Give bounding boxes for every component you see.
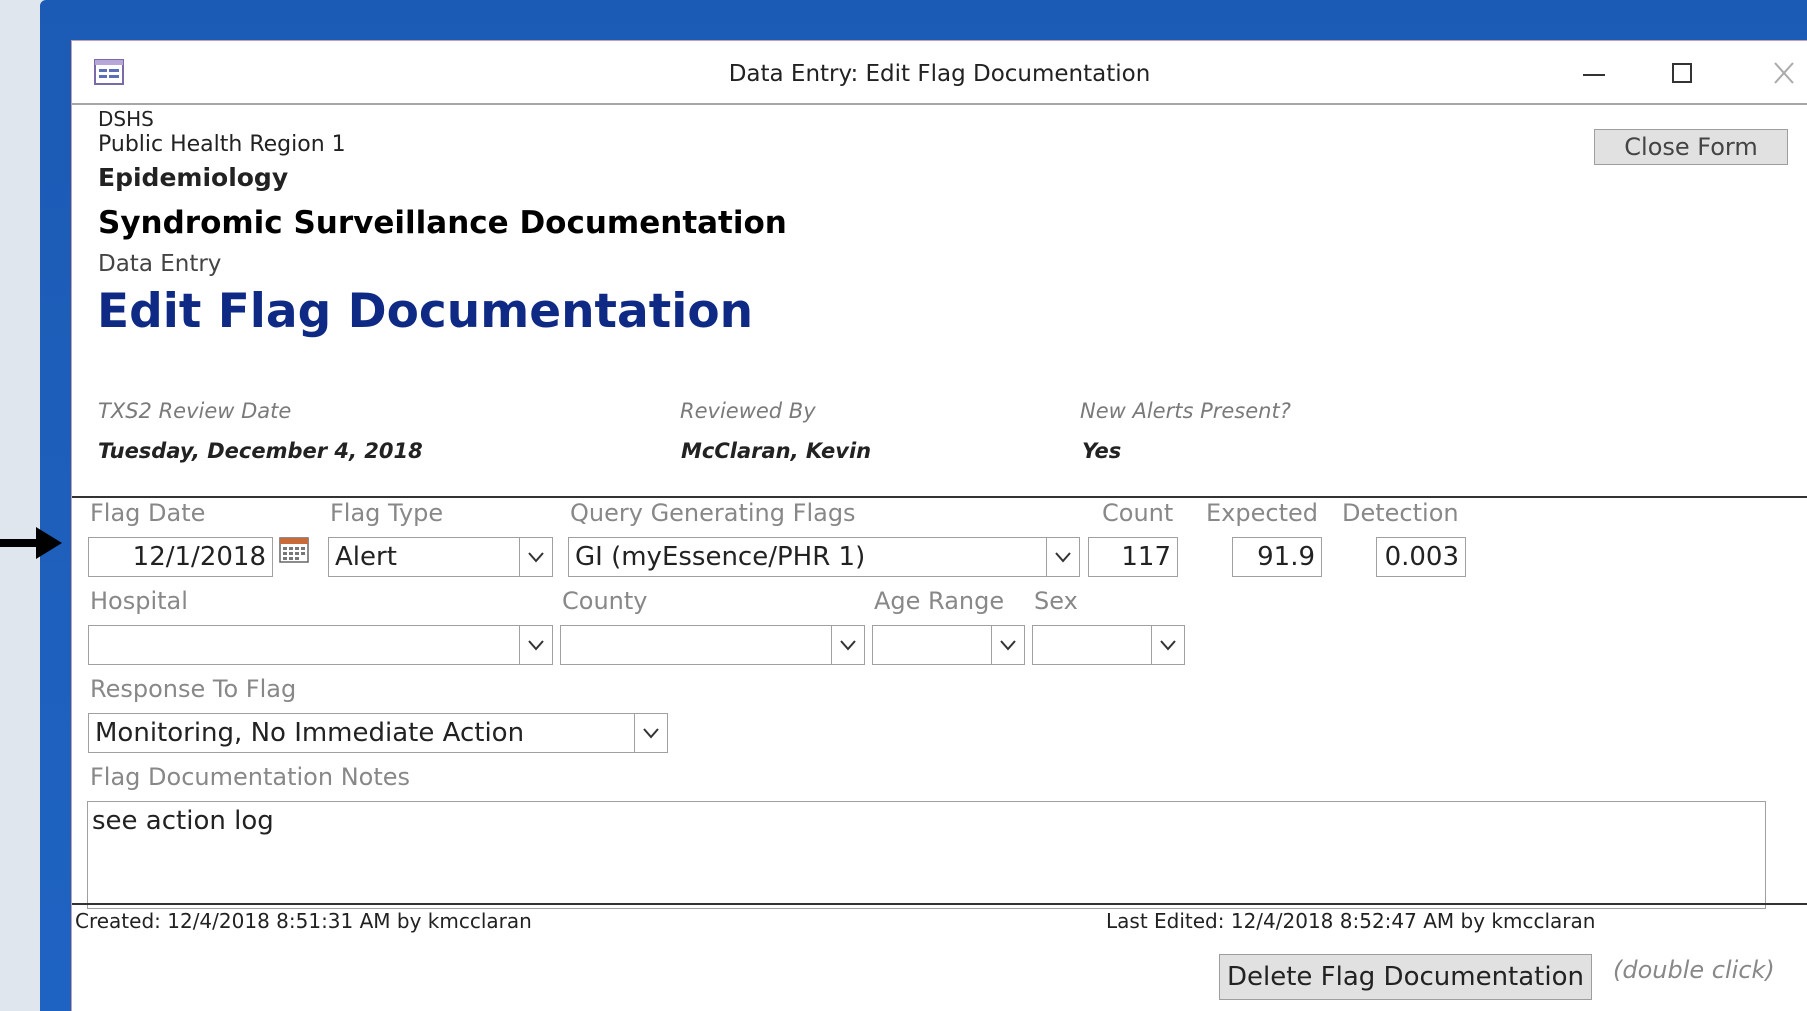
chevron-down-icon bbox=[1055, 552, 1071, 563]
hospital-label: Hospital bbox=[90, 587, 188, 615]
response-value: Monitoring, No Immediate Action bbox=[95, 718, 525, 748]
query-label: Query Generating Flags bbox=[570, 499, 856, 527]
notes-textarea[interactable]: see action log bbox=[87, 801, 1766, 909]
org-name: DSHS bbox=[98, 107, 154, 131]
county-dropdown[interactable] bbox=[560, 625, 865, 665]
flag-type-label: Flag Type bbox=[330, 499, 444, 527]
double-click-hint: (double click) bbox=[1613, 956, 1775, 984]
notes-label: Flag Documentation Notes bbox=[90, 763, 411, 791]
detection-value: 0.003 bbox=[1384, 542, 1459, 572]
page-title: Edit Flag Documentation bbox=[97, 284, 754, 339]
close-window-button[interactable] bbox=[1764, 55, 1804, 91]
hospital-dropdown-button[interactable] bbox=[519, 626, 552, 664]
department-name: Epidemiology bbox=[98, 163, 289, 192]
arrow-right-icon bbox=[0, 527, 62, 559]
title-bar: Data Entry: Edit Flag Documentation bbox=[72, 41, 1807, 105]
chevron-down-icon bbox=[1000, 640, 1016, 651]
hospital-dropdown[interactable] bbox=[88, 625, 553, 665]
last-edited-info: Last Edited: 12/4/2018 8:52:47 AM by kmc… bbox=[1106, 909, 1596, 933]
close-form-button[interactable]: Close Form bbox=[1594, 129, 1788, 165]
response-dropdown[interactable]: Monitoring, No Immediate Action bbox=[88, 713, 668, 753]
chevron-down-icon bbox=[528, 552, 544, 563]
age-range-dropdown-button[interactable] bbox=[991, 626, 1024, 664]
chevron-down-icon bbox=[1160, 640, 1176, 651]
age-range-label: Age Range bbox=[874, 587, 1005, 615]
count-field[interactable]: 117 bbox=[1088, 537, 1178, 577]
close-icon bbox=[1774, 62, 1794, 84]
count-label: Count bbox=[1102, 499, 1174, 527]
sex-dropdown[interactable] bbox=[1032, 625, 1185, 665]
created-info: Created: 12/4/2018 8:51:31 AM by kmcclar… bbox=[75, 909, 532, 933]
detection-field[interactable]: 0.003 bbox=[1376, 537, 1466, 577]
system-title: Syndromic Surveillance Documentation bbox=[98, 205, 787, 241]
form-window: Data Entry: Edit Flag Documentation DSHS… bbox=[71, 40, 1807, 1011]
window-title: Data Entry: Edit Flag Documentation bbox=[728, 61, 1151, 87]
reviewed-by-label: Reviewed By bbox=[680, 399, 816, 423]
region-name: Public Health Region 1 bbox=[98, 132, 346, 157]
response-dropdown-button[interactable] bbox=[634, 714, 667, 752]
flag-type-value: Alert bbox=[335, 542, 397, 572]
flag-date-field[interactable]: 12/1/2018 bbox=[88, 537, 273, 577]
review-date-value: Tuesday, December 4, 2018 bbox=[98, 439, 423, 463]
flag-type-dropdown-button[interactable] bbox=[519, 538, 552, 576]
minimize-button[interactable] bbox=[1574, 55, 1614, 91]
maximize-icon bbox=[1672, 63, 1692, 83]
reviewed-by-value: McClaran, Kevin bbox=[681, 439, 872, 463]
age-range-dropdown[interactable] bbox=[872, 625, 1025, 665]
county-dropdown-button[interactable] bbox=[831, 626, 864, 664]
flag-date-label: Flag Date bbox=[90, 499, 206, 527]
chevron-down-icon bbox=[528, 640, 544, 651]
delete-flag-button[interactable]: Delete Flag Documentation bbox=[1219, 954, 1592, 1000]
query-dropdown[interactable]: GI (myEssence/PHR 1) bbox=[568, 537, 1080, 577]
minimize-icon bbox=[1583, 74, 1605, 76]
sex-label: Sex bbox=[1034, 587, 1078, 615]
sex-dropdown-button[interactable] bbox=[1151, 626, 1184, 664]
query-dropdown-button[interactable] bbox=[1046, 538, 1079, 576]
new-alerts-value: Yes bbox=[1082, 439, 1122, 463]
expected-value: 91.9 bbox=[1257, 542, 1315, 572]
expected-field[interactable]: 91.9 bbox=[1232, 537, 1322, 577]
maximize-button[interactable] bbox=[1662, 55, 1702, 91]
calendar-icon[interactable] bbox=[279, 536, 309, 564]
chevron-down-icon bbox=[643, 728, 659, 739]
flag-date-value: 12/1/2018 bbox=[132, 542, 266, 572]
detection-label: Detection bbox=[1342, 499, 1459, 527]
notes-value: see action log bbox=[92, 806, 274, 836]
section-label: Data Entry bbox=[98, 251, 222, 277]
flag-type-dropdown[interactable]: Alert bbox=[328, 537, 553, 577]
new-alerts-label: New Alerts Present? bbox=[1080, 399, 1291, 423]
query-value: GI (myEssence/PHR 1) bbox=[575, 542, 866, 572]
county-label: County bbox=[562, 587, 648, 615]
chevron-down-icon bbox=[840, 640, 856, 651]
review-date-label: TXS2 Review Date bbox=[98, 399, 292, 423]
response-label: Response To Flag bbox=[90, 675, 297, 703]
section-divider bbox=[72, 496, 1807, 498]
footer-divider bbox=[72, 903, 1807, 905]
count-value: 117 bbox=[1121, 542, 1171, 572]
expected-label: Expected bbox=[1206, 499, 1318, 527]
